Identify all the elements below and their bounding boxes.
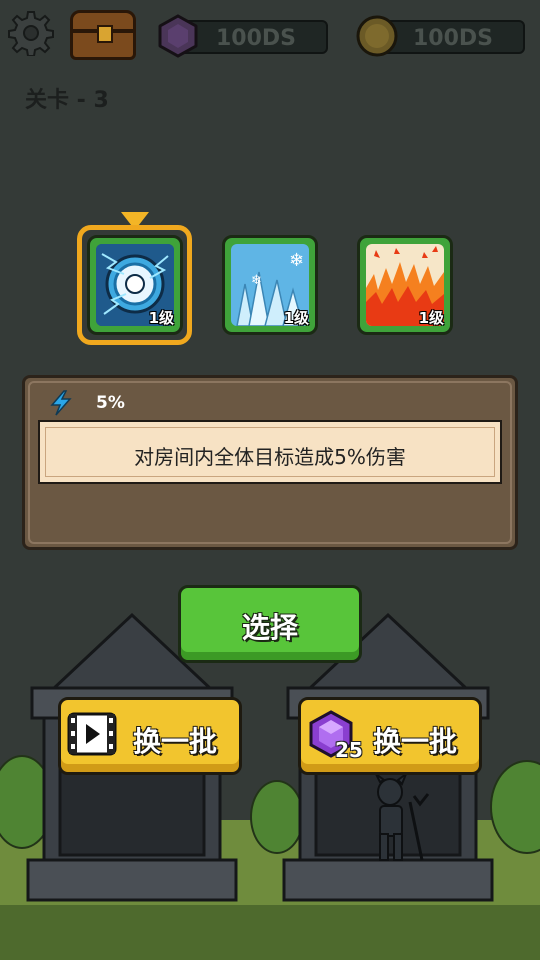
skill-card-ice[interactable]: ❄ ❄ 1级 (222, 235, 318, 335)
skill-level-label: 1级 (283, 309, 309, 327)
svg-text:❄: ❄ (289, 250, 304, 271)
select-button-label: 选择 (241, 611, 298, 644)
description-box: 对房间内全体目标造成5%伤害 (38, 420, 502, 484)
skill-level-label: 1级 (418, 309, 444, 327)
gems-counter: 100DS (178, 20, 328, 54)
skill-level-label: 1级 (148, 309, 174, 327)
refresh-gem-label: 换一批 (373, 725, 458, 758)
gems-value: 100DS (215, 26, 296, 51)
skill-description: 对房间内全体目标造成5%伤害 (134, 445, 406, 469)
refresh-video-label: 换一批 (133, 725, 218, 758)
purple-gem-icon (158, 14, 198, 58)
refresh-video-button[interactable]: 换一批 (58, 697, 242, 775)
level-label: 关卡 - 3 (25, 88, 109, 113)
video-play-icon (67, 712, 117, 756)
skill-card-lightning[interactable]: 1级 (87, 235, 183, 335)
damage-percent: 5% (96, 393, 125, 413)
settings-gear-icon[interactable] (8, 10, 54, 56)
refresh-gem-button[interactable]: 25 换一批 (298, 697, 482, 775)
grass-shadow (0, 905, 540, 960)
top-bar: 100DS 100DS (0, 0, 540, 75)
skill-card-fire[interactable]: 1级 (357, 235, 453, 335)
treasure-chest-icon[interactable] (70, 10, 136, 60)
demon-character (375, 772, 430, 861)
lightning-bolt-icon (50, 390, 72, 416)
select-button[interactable]: 选择 (178, 585, 362, 663)
svg-text:❄: ❄ (251, 273, 262, 288)
gold-coin-icon (356, 15, 398, 57)
coins-value: 100DS (412, 26, 493, 51)
refresh-gem-cost: 25 (335, 738, 363, 762)
